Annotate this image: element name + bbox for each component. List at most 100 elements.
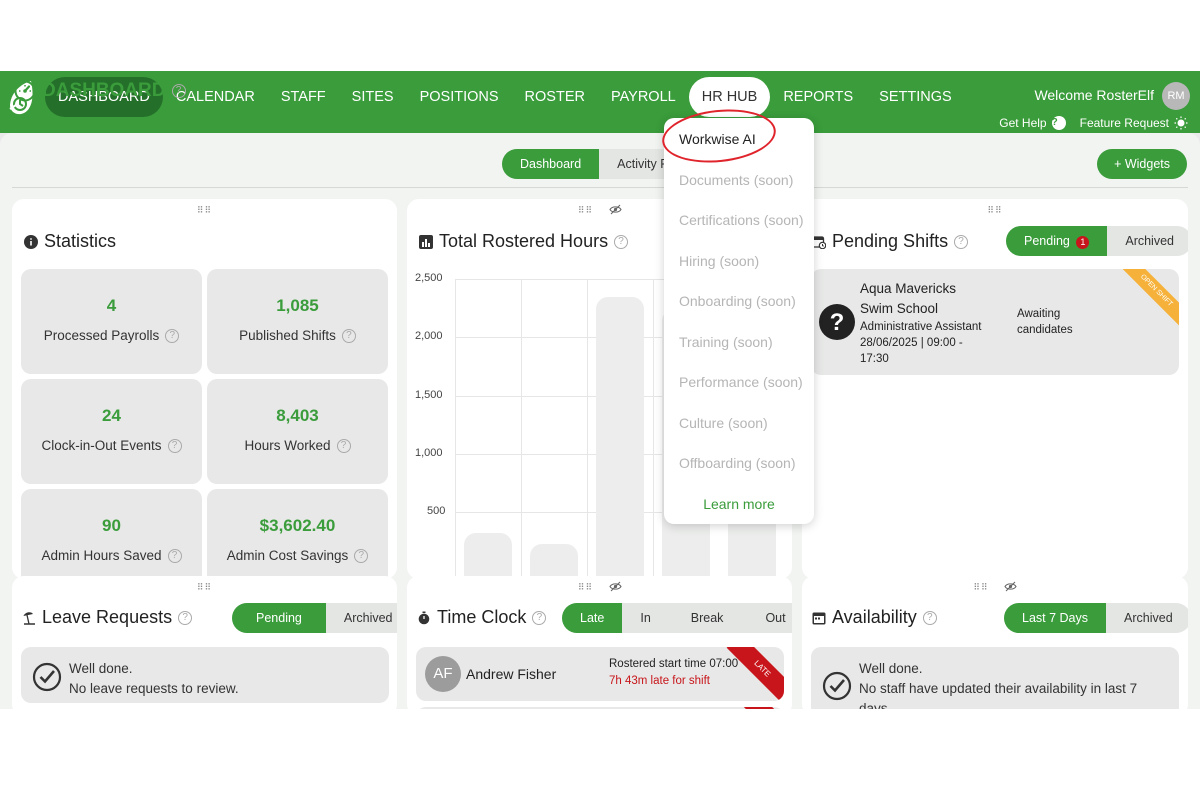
statistics-title: Statistics xyxy=(44,231,117,251)
nav-reports[interactable]: REPORTS xyxy=(770,77,866,117)
help-icon[interactable]: ? xyxy=(167,438,182,453)
stat-label: Processed Payrolls xyxy=(43,328,160,343)
drag-handle-icon[interactable]: ⠿⠿ xyxy=(578,582,593,593)
help-icon[interactable]: ? xyxy=(165,328,180,343)
shift-org-line1: Aqua Mavericks xyxy=(860,281,957,296)
tab-archived[interactable]: Archived xyxy=(1107,226,1188,256)
menu-item-offboarding[interactable]: Offboarding (soon) xyxy=(679,455,795,471)
tab-archived[interactable]: Archived xyxy=(326,603,397,633)
stat-value: $3,602.40 xyxy=(259,516,336,535)
get-help-link[interactable]: Get Help ? xyxy=(999,116,1066,130)
drag-handle-icon[interactable]: ⠿⠿ xyxy=(973,582,988,593)
statistics-card: ⠿⠿ Statistics 4 Processed Payrolls? 1,08… xyxy=(12,199,397,579)
drag-handle-icon[interactable]: ⠿⠿ xyxy=(987,205,1002,216)
tab-late[interactable]: Late xyxy=(562,603,623,633)
menu-item-training[interactable]: Training (soon) xyxy=(679,334,773,350)
pending-shift-item[interactable]: OPEN SHIFT ? Aqua Mavericks Swim School … xyxy=(811,269,1179,375)
hide-eye-icon[interactable] xyxy=(609,204,622,215)
availability-title-row: Availability ? xyxy=(812,607,937,628)
stat-value: 1,085 xyxy=(276,296,319,315)
tab-break[interactable]: Break xyxy=(669,603,746,633)
empty-message-line1: Well done. xyxy=(859,661,923,676)
lightbulb-icon xyxy=(1174,116,1188,130)
leave-requests-empty-state: Well done. No leave requests to review. xyxy=(21,647,389,703)
stat-value: 8,403 xyxy=(276,406,319,425)
menu-item-onboarding[interactable]: Onboarding (soon) xyxy=(679,293,796,309)
hr-hub-dropdown: Workwise AI Documents (soon) Certificati… xyxy=(664,118,814,524)
stat-processed-payrolls: 4 Processed Payrolls? xyxy=(21,269,202,374)
help-icon[interactable]: ? xyxy=(614,234,629,249)
stat-label: Clock-in-Out Events xyxy=(41,438,162,453)
nav-payroll[interactable]: PAYROLL xyxy=(598,77,689,117)
leave-requests-card: ⠿⠿ Leave Requests ? Pending Archived Wel… xyxy=(12,576,397,709)
speedometer-icon xyxy=(14,80,36,102)
tab-last-7-days[interactable]: Last 7 Days xyxy=(1004,603,1107,633)
help-icon[interactable]: ? xyxy=(354,548,369,563)
menu-item-certifications[interactable]: Certifications (soon) xyxy=(679,212,804,228)
nav-roster[interactable]: ROSTER xyxy=(512,77,598,117)
menu-item-hiring[interactable]: Hiring (soon) xyxy=(679,253,759,269)
calendar-clock-icon xyxy=(812,235,826,249)
empty-message-line1: Well done. xyxy=(69,661,133,676)
pending-shifts-tabs: Pending 1 Archived xyxy=(1006,226,1188,256)
help-icon[interactable]: ? xyxy=(178,610,193,625)
help-icon[interactable]: ? xyxy=(171,84,186,98)
hide-eye-icon[interactable] xyxy=(609,581,622,592)
stat-label: Published Shifts xyxy=(239,328,336,343)
nav-positions[interactable]: POSITIONS xyxy=(407,77,512,117)
menu-item-culture[interactable]: Culture (soon) xyxy=(679,415,768,431)
staff-name: Andrew Fisher xyxy=(466,666,557,682)
time-clock-row[interactable]: AF Andrew Fisher Rostered start time 07:… xyxy=(416,647,784,701)
learn-more-link[interactable]: Learn more xyxy=(664,496,814,512)
drag-handle-icon[interactable]: ⠿⠿ xyxy=(197,205,212,216)
availability-tabs: Last 7 Days Archived xyxy=(1004,603,1188,633)
time-clock-row[interactable] xyxy=(416,707,784,709)
shift-position: Administrative Assistant xyxy=(860,321,982,333)
y-tick-label: 2,000 xyxy=(415,330,443,342)
stat-admin-hours-saved: 90 Admin Hours Saved? xyxy=(21,489,202,579)
tab-archived[interactable]: Archived xyxy=(1106,603,1188,633)
menu-item-documents[interactable]: Documents (soon) xyxy=(679,172,793,188)
pending-shifts-title: Pending Shifts xyxy=(832,231,949,251)
help-icon[interactable]: ? xyxy=(341,328,356,343)
menu-item-performance[interactable]: Performance (soon) xyxy=(679,374,803,390)
page-title-row: DASHBOARD ? xyxy=(14,80,186,102)
rostered-start-time: Rostered start time 07:00 xyxy=(609,658,739,670)
tab-in[interactable]: In xyxy=(622,603,668,633)
help-icon[interactable]: ? xyxy=(336,438,351,453)
nav-staff[interactable]: STAFF xyxy=(268,77,339,117)
help-icon[interactable]: ? xyxy=(954,234,969,249)
help-icon[interactable]: ? xyxy=(922,610,937,625)
gridline xyxy=(587,279,588,579)
stat-value: 24 xyxy=(102,406,121,425)
tab-dashboard[interactable]: Dashboard xyxy=(502,149,600,179)
y-tick-label: 1,500 xyxy=(415,389,443,401)
add-widgets-button[interactable]: + Widgets xyxy=(1097,149,1187,179)
bar-chart-icon xyxy=(419,234,433,249)
drag-handle-icon[interactable]: ⠿⠿ xyxy=(578,205,593,216)
stat-value: 4 xyxy=(106,296,117,315)
y-tick-label: 1,000 xyxy=(415,447,443,459)
leave-requests-title: Leave Requests xyxy=(42,607,173,627)
hide-eye-icon[interactable] xyxy=(1004,581,1017,592)
divider xyxy=(12,187,1188,188)
top-links: Get Help ? Feature Request xyxy=(999,116,1188,130)
stat-label: Hours Worked xyxy=(244,438,331,453)
nav-settings[interactable]: SETTINGS xyxy=(866,77,965,117)
shift-org-line2: Swim School xyxy=(860,301,939,316)
tab-out[interactable]: Out xyxy=(745,603,792,633)
shift-status-line2: candidates xyxy=(1017,324,1073,336)
feature-request-link[interactable]: Feature Request xyxy=(1080,116,1188,130)
drag-handle-icon[interactable]: ⠿⠿ xyxy=(197,582,212,593)
tab-pending[interactable]: Pending xyxy=(232,603,326,633)
tab-pending[interactable]: Pending 1 xyxy=(1006,226,1108,256)
welcome-text: Welcome RosterElf xyxy=(1034,87,1154,103)
help-icon[interactable]: ? xyxy=(167,548,182,563)
tab-pending-label: Pending xyxy=(1024,234,1070,248)
help-icon[interactable]: ? xyxy=(532,610,547,625)
nav-sites[interactable]: SITES xyxy=(339,77,407,117)
availability-card: ⠿⠿ Availability ? Last 7 Days Archived W… xyxy=(802,576,1188,709)
help-icon: ? xyxy=(1051,116,1066,130)
user-avatar[interactable]: RM xyxy=(1162,82,1190,110)
time-clock-card: ⠿⠿ Time Clock ? Late In Break Out AF And… xyxy=(407,576,792,709)
